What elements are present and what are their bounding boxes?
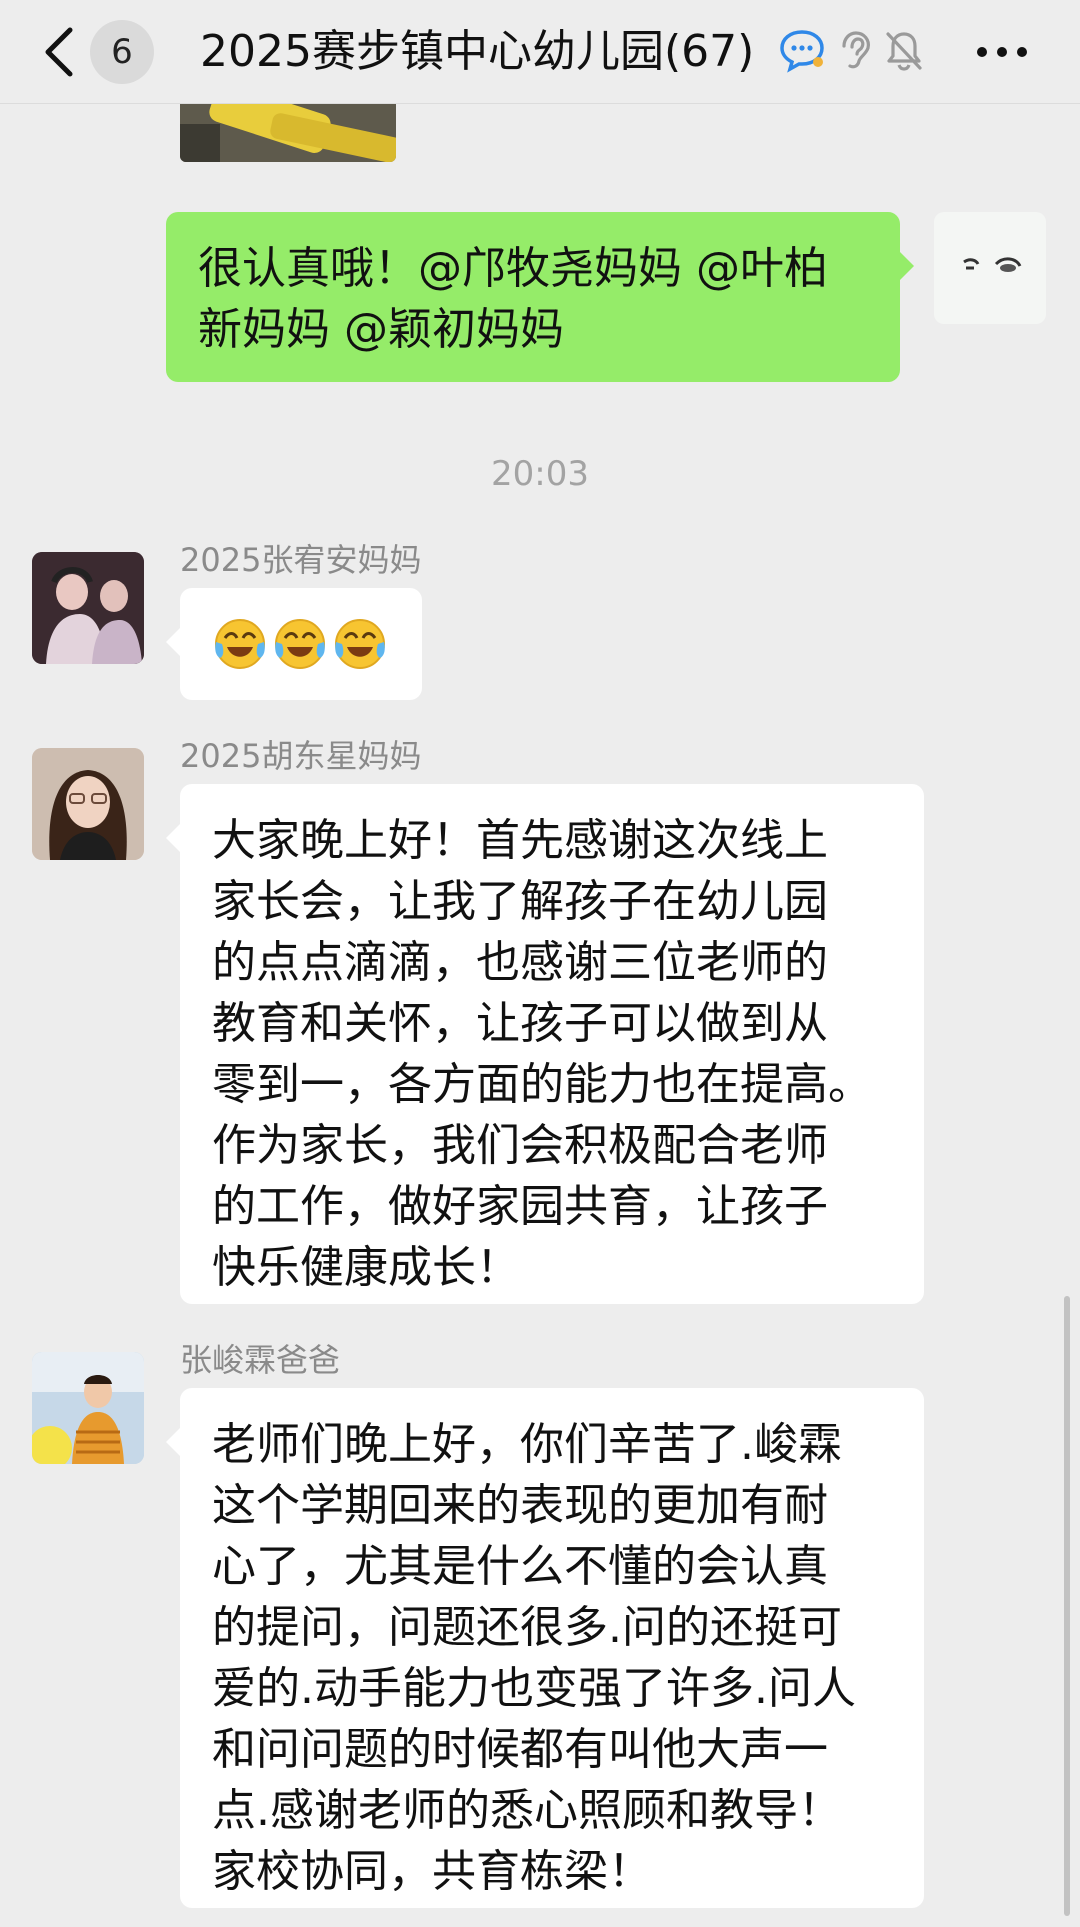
avatar[interactable] [32,748,144,860]
my-avatar[interactable] [934,212,1046,324]
my-message-bubble[interactable]: 很认真哦！@邝牧尧妈妈 @叶柏 新妈妈 @颖初妈妈 [166,212,900,382]
avatar[interactable] [32,1352,144,1464]
message-timestamp: 20:03 [491,454,589,494]
chat-title[interactable]: 2025赛步镇中心幼儿园(67) [200,20,775,84]
unread-count-badge[interactable]: 6 [90,20,154,84]
emoji-message-bubble[interactable] [180,588,422,700]
message-bubble[interactable]: 老师们晚上好，你们辛苦了.峻霖 这个学期回来的表现的更加有耐 心了，尤其是什么不… [180,1388,924,1908]
tears-of-joy-emoji-icon [275,619,325,669]
scrollbar[interactable] [1064,1296,1070,1916]
chevron-left-icon[interactable] [40,24,80,80]
chat-bubble-icon[interactable] [778,26,826,74]
tears-of-joy-emoji-icon [335,619,385,669]
sender-name: 张峻霖爸爸 [180,1341,341,1379]
sender-name: 2025张宥安妈妈 [180,541,422,579]
chat-header: 6 2025赛步镇中心幼儿园(67) [0,0,1080,104]
ear-icon[interactable] [834,26,882,74]
message-bubble[interactable]: 大家晚上好！首先感谢这次线上 家长会，让我了解孩子在幼儿园 的点点滴滴，也感谢三… [180,784,924,1304]
tears-of-joy-emoji-icon [215,619,265,669]
more-dots-icon[interactable] [972,28,1032,76]
image-message-preview[interactable] [180,104,396,162]
sender-name: 2025胡东星妈妈 [180,737,422,775]
muted-bell-icon[interactable] [880,26,928,74]
avatar[interactable] [32,552,144,664]
